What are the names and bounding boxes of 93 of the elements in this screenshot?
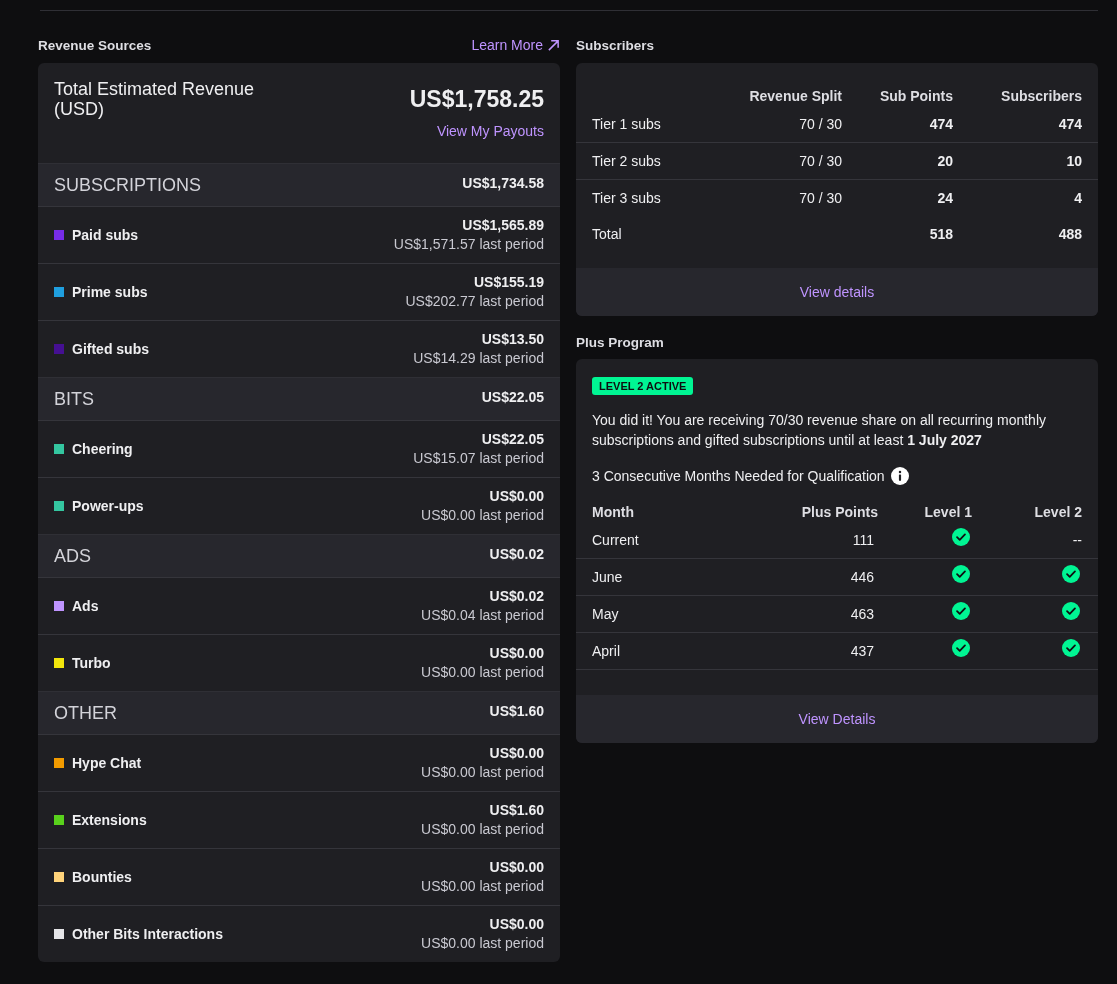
last-period-amount: US$15.07 last period — [413, 449, 544, 468]
requirement-text: 3 Consecutive Months Needed for Qualification — [592, 467, 885, 486]
check-circle-icon — [1062, 565, 1080, 583]
level-badge: LEVEL 2 ACTIVE — [592, 377, 694, 395]
source-amount: US$0.00 — [489, 858, 544, 877]
table-cell-text: 24 — [936, 190, 953, 206]
section-title: Plus Program — [576, 334, 664, 350]
source-name: Paid subs — [72, 227, 139, 243]
total-revenue-label: Total Estimated Revenue (USD) — [54, 79, 256, 119]
last-period-amount: US$0.00 last period — [421, 934, 544, 953]
source-name: Gifted subs — [72, 341, 149, 357]
arrow-up-right-icon — [547, 38, 560, 52]
source-name: Cheering — [72, 441, 133, 457]
source-name: Power-ups — [72, 498, 144, 514]
source-name: Ads — [72, 598, 99, 614]
table-cell-text: 70 / 30 — [798, 153, 842, 169]
last-period-amount: US$0.00 last period — [421, 877, 544, 896]
check-circle-icon — [952, 602, 970, 620]
check-circle-icon — [1062, 602, 1080, 620]
table-cell-text: 4 — [1073, 190, 1082, 206]
table-cell-text: June — [592, 569, 624, 585]
last-period-amount: US$1,571.57 last period — [393, 235, 544, 254]
view-details-button[interactable]: View Details — [576, 695, 1098, 743]
last-period-amount: US$202.77 last period — [405, 292, 544, 311]
last-period-amount: US$0.00 last period — [421, 820, 544, 839]
table-cell-text: 20 — [936, 153, 953, 169]
section-title: Revenue Sources — [38, 37, 152, 53]
view-payouts-link[interactable]: View My Payouts — [436, 122, 544, 140]
category-amount: US$1,734.58 — [462, 175, 544, 191]
view-details-button[interactable]: View details — [576, 268, 1098, 316]
source-amount: US$1.60 — [489, 801, 544, 820]
source-amount: US$13.50 — [481, 330, 544, 349]
section-title: Subscribers — [576, 37, 655, 53]
table-cell-text: 437 — [849, 643, 875, 659]
check-circle-icon — [952, 528, 970, 546]
category-name: ADS — [54, 545, 91, 567]
source-amount: US$0.00 — [489, 487, 544, 506]
source-amount: US$0.00 — [489, 744, 544, 763]
table-cell-text: 70 / 30 — [798, 116, 842, 132]
source-name: Extensions — [72, 812, 147, 828]
source-amount: US$1,565.89 — [462, 216, 544, 235]
source-amount: US$155.19 — [473, 273, 544, 292]
table-cell-text: 70 / 30 — [798, 190, 842, 206]
qualification-message: You did it! You are receiving 70/30 revenue share on all recurring monthly subscriptions and gifted subscriptions until at least 1 July 2027 — [592, 411, 1047, 450]
table-cell-text: 463 — [849, 606, 875, 622]
table-cell-text: 111 — [851, 532, 875, 548]
source-amount: US$0.00 — [489, 915, 544, 934]
table-cell-text: 488 — [1057, 225, 1082, 242]
source-name: Hype Chat — [72, 755, 142, 771]
last-period-amount: US$0.04 last period — [421, 606, 544, 625]
column-header: Sub Points — [878, 88, 953, 104]
category-name: BITS — [54, 388, 94, 410]
table-cell-text: 446 — [849, 569, 875, 585]
table-cell-text: Tier 1 subs — [592, 116, 662, 132]
source-amount: US$0.02 — [489, 587, 544, 606]
table-cell-text: 474 — [928, 116, 953, 132]
last-period-amount: US$0.00 last period — [421, 763, 544, 782]
table-cell-text: April — [592, 643, 621, 659]
category-amount: US$22.05 — [481, 389, 544, 405]
column-header: Subscribers — [1000, 88, 1082, 104]
category-name: SUBSCRIPTIONS — [54, 174, 202, 196]
info-icon[interactable] — [890, 467, 909, 485]
source-amount: US$0.00 — [489, 644, 544, 663]
table-cell-text: 474 — [1057, 116, 1082, 132]
column-header: Month — [592, 504, 635, 520]
table-cell-text: 10 — [1065, 153, 1082, 169]
table-cell-text: May — [592, 606, 620, 622]
last-period-amount: US$0.00 last period — [421, 506, 544, 525]
learn-more-link[interactable]: Learn More — [471, 37, 560, 53]
source-name: Bounties — [72, 869, 132, 885]
source-name: Turbo — [72, 655, 111, 671]
table-cell: -- — [1072, 532, 1082, 548]
check-circle-icon — [952, 639, 970, 657]
table-cell-text: 518 — [928, 225, 953, 242]
column-header: Level 1 — [923, 504, 972, 520]
last-period-amount: US$0.00 last period — [421, 663, 544, 682]
check-circle-icon — [952, 565, 970, 583]
last-period-amount: US$14.29 last period — [413, 349, 544, 368]
source-name: Prime subs — [72, 284, 148, 300]
table-cell-text: Tier 2 subs — [592, 153, 662, 169]
column-header: Plus Points — [800, 504, 878, 520]
source-amount: US$22.05 — [481, 430, 544, 449]
category-name: OTHER — [54, 702, 117, 724]
table-cell-text: Tier 3 subs — [592, 190, 662, 206]
column-header: Revenue Split — [748, 88, 842, 104]
category-amount: US$1.60 — [489, 703, 544, 719]
table-cell-text: Current — [592, 532, 640, 548]
table-cell-text: Total — [592, 225, 623, 242]
category-amount: US$0.02 — [489, 546, 544, 562]
source-name: Other Bits Interactions — [72, 926, 223, 942]
check-circle-icon — [1062, 639, 1080, 657]
column-header: Level 2 — [1033, 504, 1082, 520]
total-revenue-amount: US$1,758.25 — [409, 86, 544, 112]
